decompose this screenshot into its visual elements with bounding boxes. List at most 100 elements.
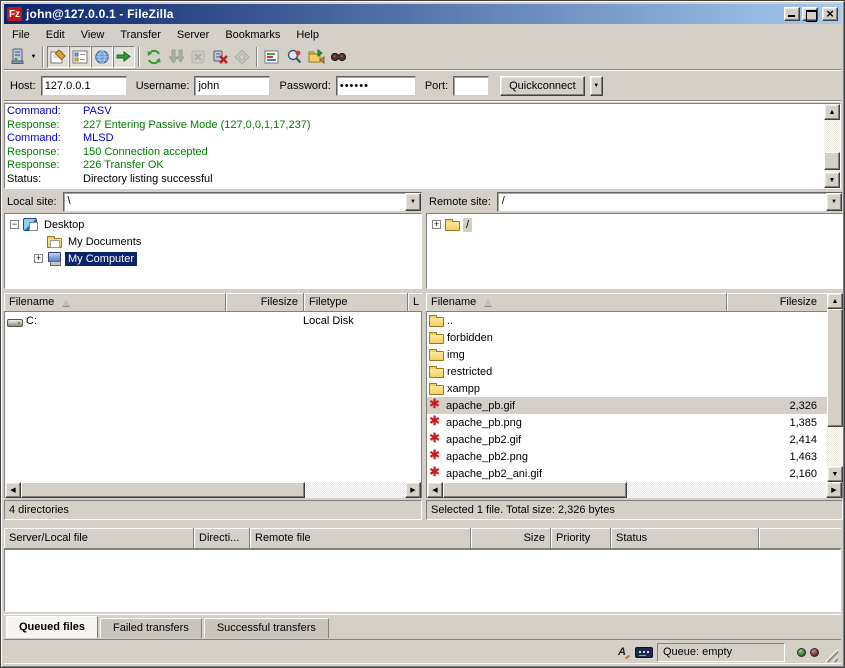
password-input[interactable] [336, 76, 416, 96]
remote-vertical-scrollbar[interactable]: ▲ ▼ [827, 293, 843, 482]
scroll-left-icon[interactable]: ◀ [427, 482, 443, 498]
column-header-remote-file[interactable]: Remote file [250, 528, 471, 549]
remote-file-row[interactable]: forbidden [427, 329, 827, 346]
cancel-icon[interactable] [187, 46, 209, 68]
collapse-icon[interactable] [10, 220, 19, 229]
scroll-right-icon[interactable]: ▶ [405, 482, 421, 498]
scroll-track[interactable] [824, 120, 840, 172]
scroll-thumb[interactable] [827, 309, 843, 427]
combo-dropdown-icon[interactable]: ▼ [826, 193, 842, 211]
find-files-icon[interactable] [327, 46, 349, 68]
menu-item[interactable]: View [73, 27, 113, 43]
scroll-thumb[interactable] [824, 152, 840, 170]
remote-file-row[interactable]: apache_pb2.png 1,463 [427, 448, 827, 465]
remote-file-row[interactable]: apache_pb2.gif 2,414 [427, 431, 827, 448]
toggle-message-log-icon[interactable] [47, 46, 69, 68]
directory-comparison-icon[interactable] [283, 46, 305, 68]
scroll-thumb[interactable] [443, 482, 627, 498]
port-input[interactable] [453, 76, 489, 96]
remote-horizontal-scrollbar[interactable]: ◀ ▶ [426, 482, 843, 498]
queue-list[interactable] [4, 549, 841, 612]
speed-limits-indicator-icon[interactable] [635, 644, 653, 660]
local-site-combo[interactable]: \ ▼ [63, 192, 422, 212]
site-manager-dropdown-icon[interactable]: ▼ [28, 46, 39, 68]
filter-icon[interactable] [261, 46, 283, 68]
toggle-transfer-queue-icon[interactable] [113, 46, 135, 68]
menu-item[interactable]: Help [288, 27, 327, 43]
menu-item[interactable]: Edit [38, 27, 73, 43]
minimize-button[interactable] [784, 7, 800, 21]
remote-file-row[interactable]: restricted [427, 363, 827, 380]
scroll-thumb[interactable] [21, 482, 305, 498]
column-header-size[interactable]: Size [471, 528, 551, 549]
scroll-track[interactable] [827, 309, 843, 466]
password-label: Password: [279, 80, 330, 92]
remote-site-combo[interactable]: / ▼ [497, 192, 843, 212]
close-button[interactable] [822, 7, 838, 21]
queue-tab[interactable]: Successful transfers [204, 618, 329, 638]
reconnect-icon[interactable] [231, 46, 253, 68]
column-header-filename[interactable]: Filename [4, 293, 226, 312]
file-icon [429, 334, 444, 344]
transfer-type-indicator-icon[interactable]: A [613, 644, 631, 660]
tree-item-my-documents[interactable]: My Documents [5, 233, 421, 250]
queue-tab[interactable]: Failed transfers [100, 618, 202, 638]
tree-item-root[interactable]: / [427, 216, 842, 233]
log-scrollbar[interactable]: ▲ ▼ [824, 104, 840, 188]
column-header-filetype[interactable]: Filetype [304, 293, 408, 312]
column-header-filename[interactable]: Filename [426, 293, 727, 312]
column-header-direction[interactable]: Directi... [194, 528, 250, 549]
quickconnect-button[interactable]: Quickconnect [500, 76, 585, 96]
scroll-up-icon[interactable]: ▲ [827, 293, 843, 309]
site-manager-icon[interactable] [6, 46, 28, 68]
column-header-filesize[interactable]: Filesize [727, 293, 827, 312]
column-header-filesize[interactable]: Filesize [226, 293, 304, 312]
menu-item[interactable]: Bookmarks [217, 27, 288, 43]
combo-dropdown-icon[interactable]: ▼ [405, 193, 421, 211]
local-file-row[interactable]: C: Local Disk [5, 312, 421, 329]
remote-file-row[interactable]: apache_pb2_ani.gif 2,160 [427, 465, 827, 482]
quickconnect-dropdown-icon[interactable]: ▼ [590, 76, 603, 96]
scroll-left-icon[interactable]: ◀ [5, 482, 21, 498]
file-name: apache_pb.gif [446, 400, 727, 412]
scroll-up-icon[interactable]: ▲ [824, 104, 840, 120]
refresh-icon[interactable] [143, 46, 165, 68]
disconnect-icon[interactable] [209, 46, 231, 68]
tree-item-desktop[interactable]: Desktop [5, 216, 421, 233]
remote-file-row[interactable]: xampp [427, 380, 827, 397]
remote-file-row[interactable]: img [427, 346, 827, 363]
remote-file-row[interactable]: apache_pb.gif 2,326 [427, 397, 827, 414]
column-header-status[interactable]: Status [611, 528, 759, 549]
column-header-server-local-file[interactable]: Server/Local file [4, 528, 194, 549]
queue-tab[interactable]: Queued files [6, 616, 98, 638]
local-horizontal-scrollbar[interactable]: ◀ ▶ [4, 482, 422, 498]
scroll-track[interactable] [21, 482, 405, 498]
log-line-label: Response: [7, 159, 83, 173]
toggle-remote-tree-icon[interactable] [91, 46, 113, 68]
expand-icon[interactable] [34, 254, 43, 263]
resize-grip[interactable] [823, 647, 838, 662]
host-input[interactable] [41, 76, 127, 96]
username-input[interactable] [194, 76, 270, 96]
toggle-local-tree-icon[interactable] [69, 46, 91, 68]
column-header-lastmodified[interactable]: L [408, 293, 422, 312]
message-log: Command:PASV Response:227 Entering Passi… [4, 103, 841, 189]
scroll-down-icon[interactable]: ▼ [827, 466, 843, 482]
maximize-button[interactable] [802, 7, 818, 21]
remote-file-row[interactable]: apache_pb.png 1,385 [427, 414, 827, 431]
column-header-priority[interactable]: Priority [551, 528, 611, 549]
process-queue-icon[interactable] [165, 46, 187, 68]
synchronized-browsing-icon[interactable] [305, 46, 327, 68]
scroll-track[interactable] [443, 482, 826, 498]
remote-tree: / [426, 213, 843, 289]
file-icon [429, 385, 444, 395]
expand-icon[interactable] [432, 220, 441, 229]
menu-item[interactable]: Transfer [112, 27, 169, 43]
menu-item[interactable]: Server [169, 27, 217, 43]
scroll-right-icon[interactable]: ▶ [826, 482, 842, 498]
tree-item-my-computer[interactable]: My Computer [5, 250, 421, 267]
scroll-down-icon[interactable]: ▼ [824, 172, 840, 188]
log-line-text: 150 Connection accepted [83, 146, 208, 158]
remote-file-row[interactable]: .. [427, 312, 827, 329]
menu-item[interactable]: File [4, 27, 38, 43]
